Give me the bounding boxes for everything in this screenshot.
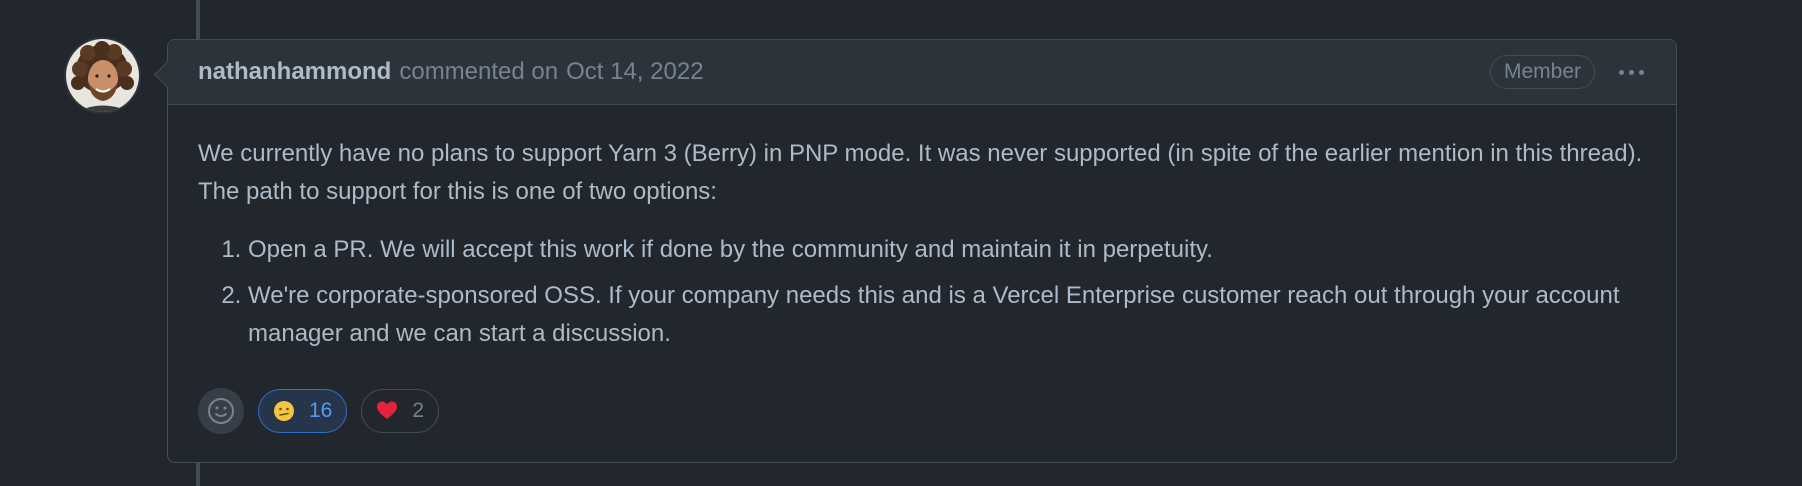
comment-header: nathanhammond commented on Oct 14, 2022 … — [168, 40, 1676, 105]
reaction-heart-button[interactable]: 2 — [361, 389, 440, 433]
author-avatar[interactable] — [66, 39, 139, 112]
dot — [1619, 69, 1624, 75]
reaction-count: 16 — [309, 399, 333, 422]
author-link[interactable]: nathanhammond — [198, 58, 391, 86]
comment-timestamp-link[interactable]: Oct 14, 2022 — [566, 58, 703, 86]
comment-action-text: commented on — [399, 58, 559, 85]
options-list: Open a PR. We will accept this work if d… — [198, 231, 1646, 353]
header-actions: Member — [1489, 55, 1646, 89]
list-item: Open a PR. We will accept this work if d… — [248, 231, 1646, 269]
comment-page: nathanhammond commented on Oct 14, 2022 … — [0, 0, 1802, 486]
confused-face-icon — [273, 400, 295, 422]
more-options-icon[interactable] — [1617, 66, 1646, 79]
comment-body: We currently have no plans to support Ya… — [168, 105, 1676, 353]
reaction-count: 2 — [412, 399, 425, 422]
comment-paragraph: We currently have no plans to support Ya… — [198, 140, 1643, 205]
heart-icon — [376, 400, 398, 422]
smiley-icon — [208, 398, 234, 424]
list-item: We're corporate-sponsored OSS. If your c… — [248, 277, 1646, 353]
reactions-bar: 16 2 — [198, 388, 440, 434]
dot — [1629, 69, 1634, 75]
dot — [1639, 69, 1644, 75]
member-badge: Member — [1489, 55, 1595, 89]
comment-box: nathanhammond commented on Oct 14, 2022 … — [154, 39, 1677, 463]
avatar-image — [66, 39, 139, 112]
add-reaction-button[interactable] — [198, 388, 244, 434]
reaction-confused-button[interactable]: 16 — [258, 389, 348, 433]
